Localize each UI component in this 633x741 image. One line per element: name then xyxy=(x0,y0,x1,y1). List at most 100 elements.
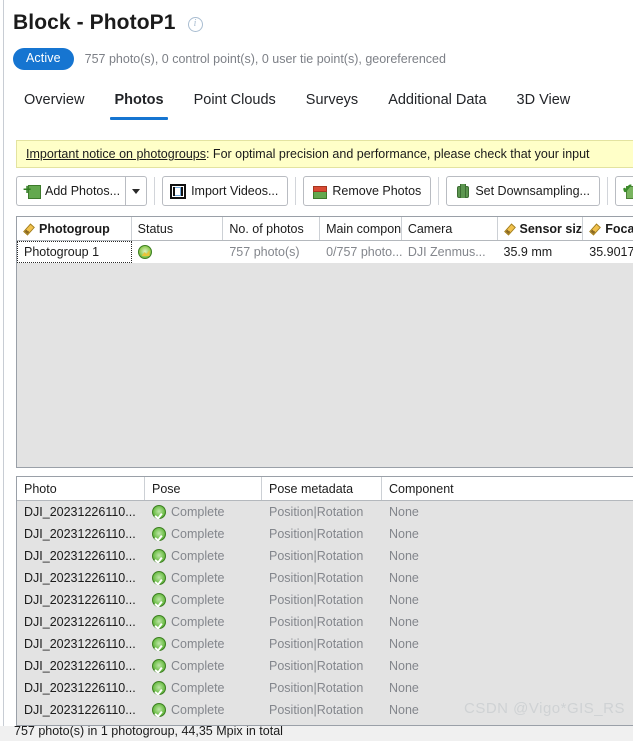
film-icon xyxy=(170,183,187,199)
toolbar-separator-4 xyxy=(606,177,608,205)
col-no-of-photos-label: No. of photos xyxy=(229,221,304,236)
photo-pose-label: Complete xyxy=(171,571,225,585)
photo-name-cell: DJI_20231226110... xyxy=(24,703,136,717)
set-downsampling-button[interactable]: Set Downsampling... xyxy=(446,176,600,206)
col-photo[interactable]: Photo xyxy=(17,477,145,500)
status-bar-text: 757 photo(s) in 1 photogroup, 44,35 Mpix… xyxy=(14,726,283,738)
photo-pose-metadata-cell: Position|Rotation xyxy=(269,593,364,607)
notice-link[interactable]: Important notice on photogroups xyxy=(26,147,206,161)
photogroup-table: Photogroup Status No. of photos Main com… xyxy=(16,216,633,468)
photo-component-cell: None xyxy=(389,549,419,563)
col-no-of-photos[interactable]: No. of photos xyxy=(223,217,321,240)
add-photos-button[interactable]: Add Photos... xyxy=(16,176,126,206)
photogroup-name-cell[interactable]: Photogroup 1 xyxy=(17,241,132,263)
table-row[interactable]: DJI_20231226110... Complete Position|Rotat… xyxy=(17,523,633,545)
photo-pose-metadata-cell: Position|Rotation xyxy=(269,505,364,519)
col-main-component[interactable]: Main compon xyxy=(320,217,402,240)
photo-component-cell: None xyxy=(389,659,419,673)
photo-component-cell: None xyxy=(389,703,419,717)
col-camera[interactable]: Camera xyxy=(402,217,498,240)
tab-surveys[interactable]: Surveys xyxy=(291,88,373,120)
photo-pose-metadata-cell: Position|Rotation xyxy=(269,527,364,541)
photo-pose-metadata-cell: Position|Rotation xyxy=(269,637,364,651)
block-header: Block - PhotoP1 i Active 757 photo(s), 0… xyxy=(13,8,633,71)
pencil-icon xyxy=(23,223,35,235)
info-icon[interactable]: i xyxy=(187,17,203,32)
status-complete-icon xyxy=(152,637,166,651)
col-status[interactable]: Status xyxy=(132,217,224,240)
photogroup-status-cell xyxy=(132,241,224,263)
tab-photos[interactable]: Photos xyxy=(99,88,178,120)
photo-pose-cell: Complete xyxy=(145,659,262,673)
col-component[interactable]: Component xyxy=(382,477,633,500)
photo-pose-cell: Complete xyxy=(145,637,262,651)
table-row[interactable]: DJI_20231226110... Complete Position|Rotat… xyxy=(17,501,633,523)
photo-pose-label: Complete xyxy=(171,505,225,519)
status-complete-icon xyxy=(152,681,166,695)
photo-pose-label: Complete xyxy=(171,703,225,717)
photo-pose-metadata-cell: Position|Rotation xyxy=(269,571,364,585)
photo-pose-metadata-cell: Position|Rotation xyxy=(269,615,364,629)
remove-photos-icon xyxy=(311,184,328,199)
photo-pose-metadata-cell: Position|Rotation xyxy=(269,549,364,563)
status-ok-warn-icon xyxy=(137,245,152,259)
photo-pose-cell: Complete xyxy=(145,571,262,585)
table-row[interactable]: Photogroup 1 757 photo(s) 0/757 photo...… xyxy=(17,241,633,263)
import-videos-button[interactable]: Import Videos... xyxy=(162,176,289,206)
photo-list-table: Photo Pose Pose metadata Component DJI_2… xyxy=(16,476,633,726)
table-row[interactable]: DJI_20231226110... Complete Position|Rotat… xyxy=(17,611,633,633)
photogroup-sensor-size-cell[interactable]: 35.9 mm xyxy=(498,241,584,263)
col-sensor-size[interactable]: Sensor size xyxy=(498,217,584,240)
photo-name-cell: DJI_20231226110... xyxy=(24,593,136,607)
tab-3d-view[interactable]: 3D View xyxy=(502,88,586,120)
photogroup-empty-area xyxy=(17,263,633,467)
table-row[interactable]: DJI_20231226110... Complete Position|Rotat… xyxy=(17,699,633,721)
col-pose[interactable]: Pose xyxy=(145,477,262,500)
photo-name-cell: DJI_20231226110... xyxy=(24,549,136,563)
photo-pose-label: Complete xyxy=(171,659,225,673)
tab-additional-data[interactable]: Additional Data xyxy=(373,88,501,120)
status-complete-icon xyxy=(152,615,166,629)
col-pose-metadata[interactable]: Pose metadata xyxy=(262,477,382,500)
photo-pose-cell: Complete xyxy=(145,505,262,519)
col-camera-label: Camera xyxy=(407,221,453,236)
photogroup-focal-cell[interactable]: 35.9017 m xyxy=(583,241,633,263)
photo-pose-cell: Complete xyxy=(145,593,262,607)
add-photos-dropdown-button[interactable] xyxy=(125,176,148,206)
table-row[interactable]: DJI_20231226110... Complete Position|Rotat… xyxy=(17,545,633,567)
check-photos-icon xyxy=(622,181,633,199)
chevron-down-icon xyxy=(132,188,141,194)
photogroup-table-header: Photogroup Status No. of photos Main com… xyxy=(17,217,633,241)
table-row[interactable]: DJI_20231226110... Complete Position|Rotat… xyxy=(17,677,633,699)
photo-name-cell: DJI_20231226110... xyxy=(24,681,136,695)
tab-point-clouds[interactable]: Point Clouds xyxy=(179,88,291,120)
tab-overview[interactable]: Overview xyxy=(13,88,99,120)
table-row[interactable]: DJI_20231226110... Complete Position|Rotat… xyxy=(17,655,633,677)
downsample-icon xyxy=(454,183,470,199)
add-photos-icon xyxy=(23,182,41,199)
photogroup-camera-cell: DJI Zenmus... xyxy=(407,245,486,259)
photo-pose-label: Complete xyxy=(171,615,225,629)
table-row[interactable]: DJI_20231226110... Complete Position|Rotat… xyxy=(17,567,633,589)
col-photogroup[interactable]: Photogroup xyxy=(17,217,132,240)
pencil-icon xyxy=(504,223,516,235)
col-focal[interactable]: Focal xyxy=(583,217,633,240)
photos-toolbar: Add Photos... Import Videos... Remove Ph… xyxy=(16,176,633,206)
toolbar-separator-3 xyxy=(438,177,440,205)
table-row[interactable]: DJI_20231226110... Complete Position|Rotat… xyxy=(17,633,633,655)
photo-name-cell: DJI_20231226110... xyxy=(24,637,136,651)
photo-component-cell: None xyxy=(389,593,419,607)
table-row[interactable]: DJI_20231226110... Complete Position|Rotat… xyxy=(17,589,633,611)
check-photos-button[interactable]: Ch xyxy=(614,176,633,206)
photo-pose-label: Complete xyxy=(171,527,225,541)
toolbar-separator-2 xyxy=(295,177,297,205)
add-photos-label: Add Photos... xyxy=(45,184,121,198)
status-complete-icon xyxy=(152,505,166,519)
photo-pose-cell: Complete xyxy=(145,549,262,563)
remove-photos-label: Remove Photos xyxy=(332,184,422,198)
window-left-border xyxy=(0,0,4,741)
photo-pose-label: Complete xyxy=(171,593,225,607)
col-sensor-size-label: Sensor size xyxy=(519,221,584,236)
remove-photos-button[interactable]: Remove Photos xyxy=(303,176,432,206)
photo-name-cell: DJI_20231226110... xyxy=(24,615,136,629)
